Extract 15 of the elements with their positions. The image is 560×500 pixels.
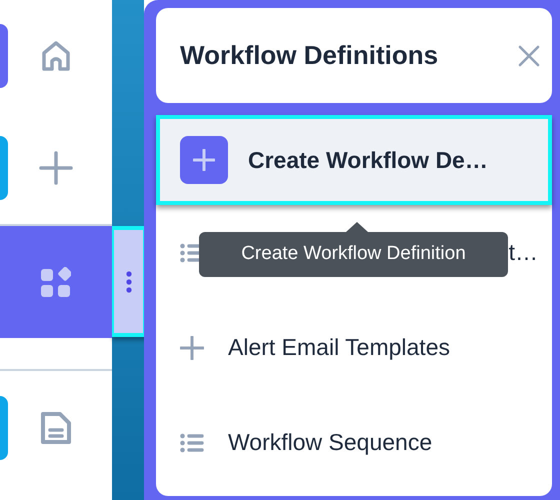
panel-title: Workflow Definitions bbox=[180, 39, 438, 72]
plus-icon bbox=[180, 336, 204, 360]
menu-item[interactable]: t… bbox=[508, 235, 538, 270]
menu-item[interactable]: Alert Email Templates bbox=[228, 330, 450, 365]
plus-icon bbox=[39, 151, 73, 185]
menu-item[interactable]: Create Workflow De… bbox=[156, 115, 552, 205]
apps-icon bbox=[41, 267, 71, 297]
close-icon[interactable] bbox=[518, 44, 540, 66]
document-icon bbox=[40, 411, 72, 445]
home-icon bbox=[41, 40, 71, 72]
tooltip-text: Create Workflow Definition bbox=[241, 242, 466, 266]
add-icon bbox=[180, 136, 228, 184]
menu-item[interactable]: Workflow Sequence bbox=[228, 425, 432, 460]
list-icon bbox=[180, 432, 204, 452]
sidebar-item[interactable] bbox=[0, 226, 112, 338]
